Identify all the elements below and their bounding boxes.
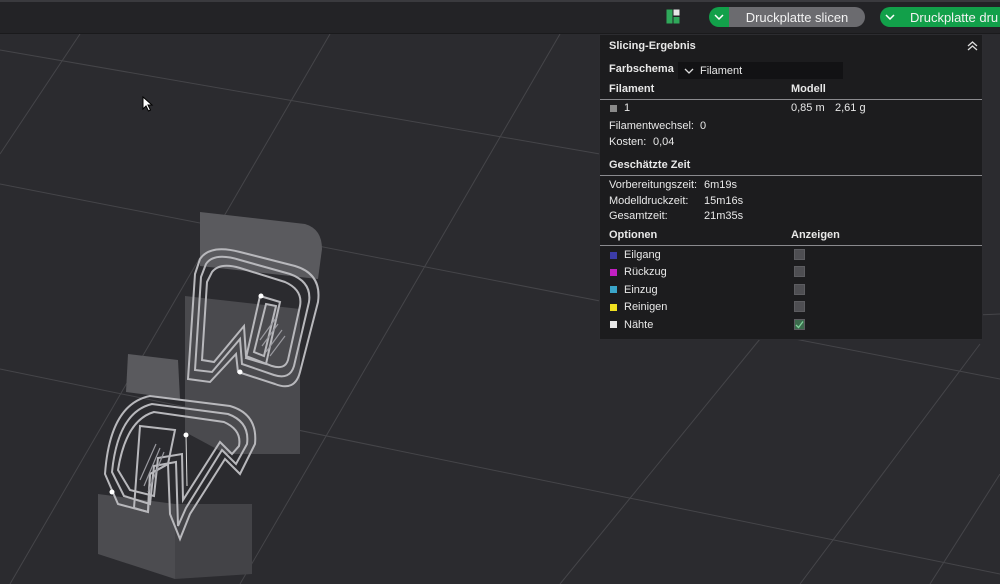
seams-show-checkbox[interactable]	[794, 319, 805, 330]
print-dropdown-toggle[interactable]	[880, 7, 900, 27]
model-print-time-label: Modelldruckzeit:	[609, 195, 689, 207]
unretract-color-swatch	[610, 286, 617, 293]
option-label: Reinigen	[624, 301, 668, 313]
filament-color-swatch	[610, 105, 617, 112]
retract-color-swatch	[610, 269, 617, 276]
divider	[600, 99, 982, 100]
slice-plate-button[interactable]: Druckplatte slicen	[729, 7, 865, 27]
model-column-header: Modell	[791, 83, 826, 95]
filament-weight: 2,61 g	[835, 102, 866, 114]
total-time-value: 21m35s	[704, 210, 744, 222]
color-scheme-label: Farbschema	[609, 63, 674, 75]
filament-changes-label: Filamentwechsel:	[609, 120, 694, 132]
chevron-down-icon	[714, 14, 724, 20]
filament-length: 0,85 m	[791, 102, 825, 114]
unretract-show-checkbox[interactable]	[794, 284, 805, 295]
panel-title: Slicing-Ergebnis	[609, 40, 696, 52]
seams-color-swatch	[610, 321, 617, 328]
color-scheme-value: Filament	[700, 64, 743, 77]
filament-id: 1	[624, 102, 631, 114]
option-label: Rückzug	[624, 266, 667, 278]
estimated-time-header: Geschätzte Zeit	[609, 159, 691, 171]
filament-changes-value: 0	[700, 120, 707, 132]
print-button-group: Druckplatte dru	[880, 7, 1000, 27]
option-label: Einzug	[624, 284, 658, 296]
prep-time-label: Vorbereitungszeit:	[609, 179, 698, 191]
mouse-cursor-icon	[142, 96, 154, 112]
divider	[600, 245, 982, 246]
filament-column-header: Filament	[609, 83, 655, 95]
prep-time-value: 6m19s	[704, 179, 738, 191]
show-column-header: Anzeigen	[791, 229, 840, 241]
chevron-down-icon	[885, 14, 895, 20]
cost-value: 0,04	[653, 136, 675, 148]
wipe-show-checkbox[interactable]	[794, 301, 805, 312]
total-time-label: Gesamtzeit:	[609, 210, 668, 222]
collapse-panel-icon[interactable]	[967, 41, 978, 51]
toolbar-top-border	[0, 0, 1000, 2]
top-toolbar: Druckplatte slicen Druckplatte dru	[0, 0, 1000, 34]
checkmark-icon	[795, 321, 804, 329]
slice-dropdown-toggle[interactable]	[709, 7, 729, 27]
option-label: Nähte	[624, 319, 654, 331]
divider	[600, 175, 982, 176]
print-plate-button[interactable]: Druckplatte dru	[900, 7, 1000, 27]
travel-color-swatch	[610, 252, 617, 259]
color-scheme-select[interactable]: Filament	[678, 62, 843, 79]
retract-show-checkbox[interactable]	[794, 266, 805, 277]
slice-button-group: Druckplatte slicen	[709, 7, 865, 27]
cost-label: Kosten:	[609, 136, 647, 148]
wipe-color-swatch	[610, 304, 617, 311]
plate-layout-icon[interactable]	[666, 9, 680, 24]
chevron-down-icon	[684, 68, 694, 74]
travel-show-checkbox[interactable]	[794, 249, 805, 260]
options-column-header: Optionen	[609, 229, 658, 241]
model-print-time-value: 15m16s	[704, 195, 744, 207]
option-label: Eilgang	[624, 249, 661, 261]
slicing-result-panel: Slicing-Ergebnis Farbschema Filament Fil…	[599, 34, 983, 340]
